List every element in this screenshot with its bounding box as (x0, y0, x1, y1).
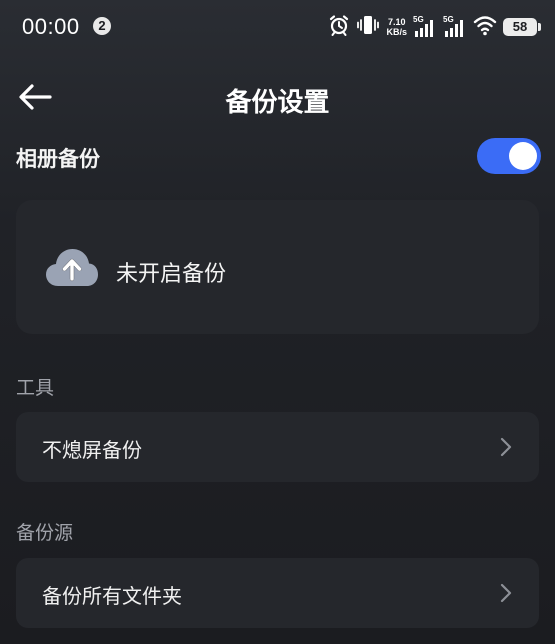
network-speed-value: 7.10 (387, 17, 406, 27)
screen: 00:00 2 7.10 KB/s 5G 5G 58 备份设置 相册备份 未开启… (0, 0, 555, 644)
album-backup-label: 相册备份 (16, 147, 100, 171)
backup-status-card: 未开启备份 (16, 200, 539, 334)
list-item-label: 不熄屏备份 (42, 438, 142, 462)
page-title: 备份设置 (225, 88, 330, 118)
chevron-right-icon (500, 583, 512, 603)
status-time: 00:00 (22, 14, 80, 39)
list-item-backup-all-folders[interactable]: 备份所有文件夹 (16, 558, 539, 628)
album-backup-row: 相册备份 (16, 138, 541, 178)
cloud-upload-icon (44, 246, 100, 290)
battery-indicator: 58 (503, 18, 541, 36)
signal-strength-icon: 5G (443, 15, 467, 38)
notification-count-badge: 2 (93, 17, 111, 35)
alarm-icon (328, 14, 350, 40)
backup-status-text: 未开启备份 (116, 262, 227, 287)
album-backup-toggle[interactable] (477, 138, 541, 174)
network-speed-unit: KB/s (386, 27, 407, 37)
section-header-tools: 工具 (16, 377, 55, 399)
wifi-icon (473, 14, 497, 40)
network-speed: 7.10 KB/s (386, 17, 407, 37)
vibrate-icon (356, 14, 380, 40)
toggle-knob (509, 142, 537, 170)
signal-strength-icon: 5G (413, 15, 437, 38)
section-header-backup-source: 备份源 (16, 522, 74, 544)
list-item-keep-screen-on-backup[interactable]: 不熄屏备份 (16, 412, 539, 482)
status-bar: 00:00 2 7.10 KB/s 5G 5G 58 (0, 0, 555, 54)
chevron-right-icon (500, 437, 512, 457)
list-item-label: 备份所有文件夹 (42, 584, 182, 608)
status-icons: 7.10 KB/s 5G 5G 58 (328, 13, 541, 41)
